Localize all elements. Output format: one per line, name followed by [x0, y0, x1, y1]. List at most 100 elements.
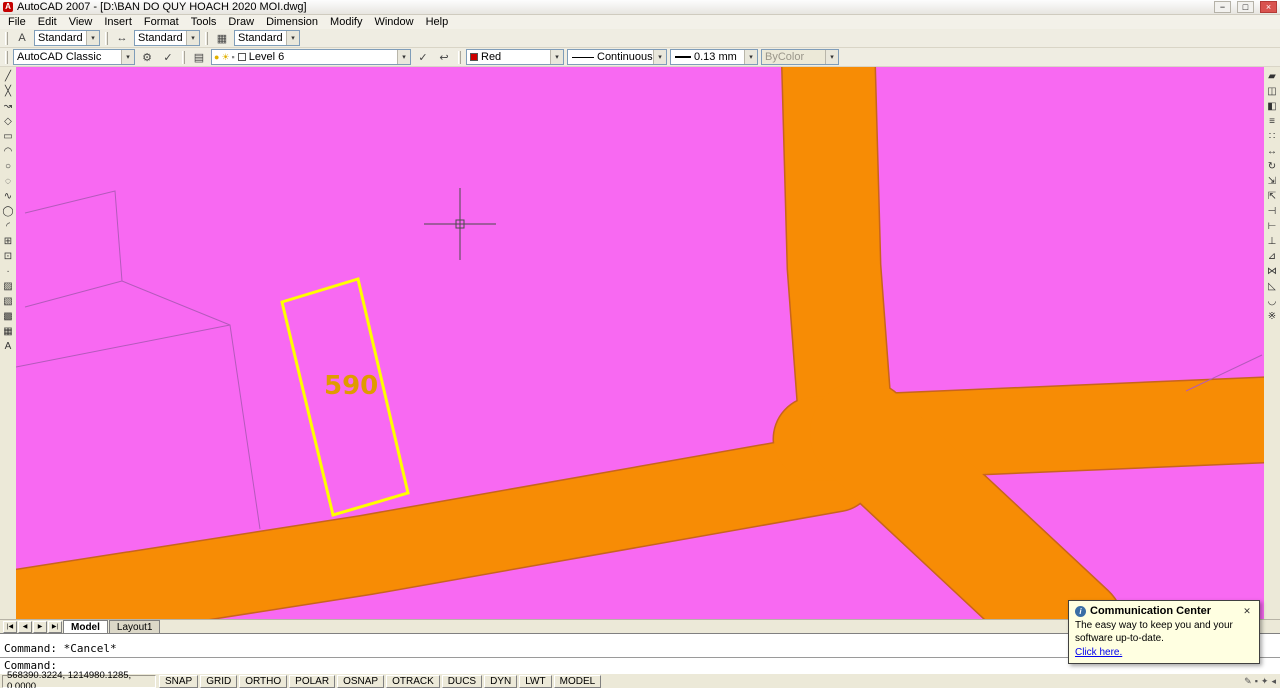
- toolbar-grip[interactable]: [205, 32, 208, 45]
- explode-icon[interactable]: ※: [1265, 309, 1280, 324]
- rectangle-icon[interactable]: ▭: [1, 129, 16, 144]
- multiline-text-icon[interactable]: A: [1, 339, 16, 354]
- next-layout-button[interactable]: ▶: [33, 621, 47, 633]
- menu-item-format[interactable]: Format: [138, 15, 185, 29]
- tab-model[interactable]: Model: [63, 620, 108, 633]
- previous-layout-button[interactable]: ◀: [18, 621, 32, 633]
- status-toggle-model[interactable]: MODEL: [554, 675, 602, 688]
- construction-line-icon[interactable]: ╳: [1, 84, 16, 99]
- layer-color-swatch[interactable]: [238, 53, 246, 61]
- fillet-icon[interactable]: ◡: [1265, 294, 1280, 309]
- chevron-down-icon[interactable]: ▾: [550, 50, 563, 64]
- tab-layout1[interactable]: Layout1: [109, 620, 161, 633]
- balloon-close-icon[interactable]: ✕: [1241, 605, 1253, 617]
- minimize-button[interactable]: −: [1214, 1, 1231, 13]
- tray-arrow-icon[interactable]: ◂: [1271, 676, 1276, 687]
- extend-icon[interactable]: ⊢: [1265, 219, 1280, 234]
- annotation-tray-icon[interactable]: ✎: [1244, 676, 1252, 687]
- status-toggle-otrack[interactable]: OTRACK: [386, 675, 440, 688]
- layer-freeze-sun-icon[interactable]: ☀: [221, 52, 229, 63]
- status-toggle-ducs[interactable]: DUCS: [442, 675, 482, 688]
- menu-item-tools[interactable]: Tools: [185, 15, 223, 29]
- table-icon[interactable]: ▦: [1, 324, 16, 339]
- menu-item-view[interactable]: View: [63, 15, 99, 29]
- menu-item-window[interactable]: Window: [368, 15, 419, 29]
- rotate-icon[interactable]: ↻: [1265, 159, 1280, 174]
- text-style-combo[interactable]: Standard ▾: [34, 30, 100, 46]
- menu-item-edit[interactable]: Edit: [32, 15, 63, 29]
- offset-icon[interactable]: ≡: [1265, 114, 1280, 129]
- coordinate-readout[interactable]: 568390.3224, 1214980.1285, 0.0000: [2, 675, 156, 688]
- spline-icon[interactable]: ∿: [1, 189, 16, 204]
- ellipse-arc-icon[interactable]: ◜: [1, 219, 16, 234]
- break-icon[interactable]: ⊿: [1265, 249, 1280, 264]
- menu-item-draw[interactable]: Draw: [222, 15, 260, 29]
- point-icon[interactable]: ∙: [1, 264, 16, 279]
- trim-icon[interactable]: ⊣: [1265, 204, 1280, 219]
- layer-properties-manager-icon[interactable]: ▤: [190, 49, 208, 65]
- gradient-icon[interactable]: ▧: [1, 294, 16, 309]
- revision-cloud-icon[interactable]: ◌: [1, 174, 16, 189]
- toolbar-grip[interactable]: [182, 51, 185, 64]
- workspace-combo[interactable]: AutoCAD Classic ▾: [13, 49, 135, 65]
- scale-icon[interactable]: ⇲: [1265, 174, 1280, 189]
- layer-on-bulb-icon[interactable]: ●: [214, 52, 219, 62]
- status-toggle-dyn[interactable]: DYN: [484, 675, 517, 688]
- stretch-icon[interactable]: ⇱: [1265, 189, 1280, 204]
- lock-tray-icon[interactable]: ▪: [1255, 676, 1258, 686]
- erase-icon[interactable]: ▰: [1265, 69, 1280, 84]
- polygon-icon[interactable]: ◇: [1, 114, 16, 129]
- chevron-down-icon[interactable]: ▾: [397, 50, 410, 64]
- ellipse-icon[interactable]: ◯: [1, 204, 16, 219]
- table-style-icon[interactable]: ▦: [213, 30, 231, 46]
- workspace-settings-icon[interactable]: ⚙: [138, 49, 156, 65]
- chevron-down-icon[interactable]: ▾: [121, 50, 134, 64]
- text-style-icon[interactable]: A: [13, 30, 31, 46]
- chevron-down-icon[interactable]: ▾: [653, 50, 666, 64]
- first-layout-button[interactable]: |◀: [3, 621, 17, 633]
- chevron-down-icon[interactable]: ▾: [286, 31, 299, 45]
- move-icon[interactable]: ↔: [1265, 144, 1280, 159]
- communication-center-tray-icon[interactable]: ✦: [1261, 676, 1269, 687]
- maximize-button[interactable]: □: [1237, 1, 1254, 13]
- layer-previous-icon[interactable]: ↩: [435, 49, 453, 65]
- chevron-down-icon[interactable]: ▾: [186, 31, 199, 45]
- chevron-down-icon[interactable]: ▾: [86, 31, 99, 45]
- copy-icon[interactable]: ◫: [1265, 84, 1280, 99]
- status-toggle-polar[interactable]: POLAR: [289, 675, 335, 688]
- chevron-down-icon[interactable]: ▾: [744, 50, 757, 64]
- dim-style-icon[interactable]: ↔: [113, 30, 131, 46]
- make-object-layer-current-icon[interactable]: ✓: [414, 49, 432, 65]
- balloon-click-here-link[interactable]: Click here.: [1075, 647, 1122, 658]
- circle-icon[interactable]: ○: [1, 159, 16, 174]
- join-icon[interactable]: ⋈: [1265, 264, 1280, 279]
- status-toggle-ortho[interactable]: ORTHO: [239, 675, 287, 688]
- last-layout-button[interactable]: ▶|: [48, 621, 62, 633]
- chamfer-icon[interactable]: ◺: [1265, 279, 1280, 294]
- menu-item-insert[interactable]: Insert: [98, 15, 138, 29]
- insert-block-icon[interactable]: ⊞: [1, 234, 16, 249]
- color-combo[interactable]: Red ▾: [466, 49, 564, 65]
- layer-combo[interactable]: ● ☀ ▪ Level 6 ▾: [211, 49, 411, 65]
- status-toggle-lwt[interactable]: LWT: [519, 675, 551, 688]
- toolbar-grip[interactable]: [458, 51, 461, 64]
- region-icon[interactable]: ▩: [1, 309, 16, 324]
- menu-item-file[interactable]: File: [2, 15, 32, 29]
- menu-item-dimension[interactable]: Dimension: [260, 15, 324, 29]
- toolbar-grip[interactable]: [105, 32, 108, 45]
- menu-item-modify[interactable]: Modify: [324, 15, 368, 29]
- layer-lock-icon[interactable]: ▪: [232, 52, 235, 62]
- drawing-canvas[interactable]: 590: [16, 67, 1264, 619]
- hatch-icon[interactable]: ▨: [1, 279, 16, 294]
- status-toggle-grid[interactable]: GRID: [200, 675, 237, 688]
- linetype-combo[interactable]: Continuous ▾: [567, 49, 667, 65]
- mirror-icon[interactable]: ◧: [1265, 99, 1280, 114]
- status-toggle-snap[interactable]: SNAP: [159, 675, 198, 688]
- arc-icon[interactable]: ◠: [1, 144, 16, 159]
- array-icon[interactable]: ∷: [1265, 129, 1280, 144]
- close-button[interactable]: ×: [1260, 1, 1277, 13]
- toolbar-grip[interactable]: [5, 32, 8, 45]
- line-icon[interactable]: ╱: [1, 69, 16, 84]
- make-block-icon[interactable]: ⊡: [1, 249, 16, 264]
- toolbar-grip[interactable]: [5, 51, 8, 64]
